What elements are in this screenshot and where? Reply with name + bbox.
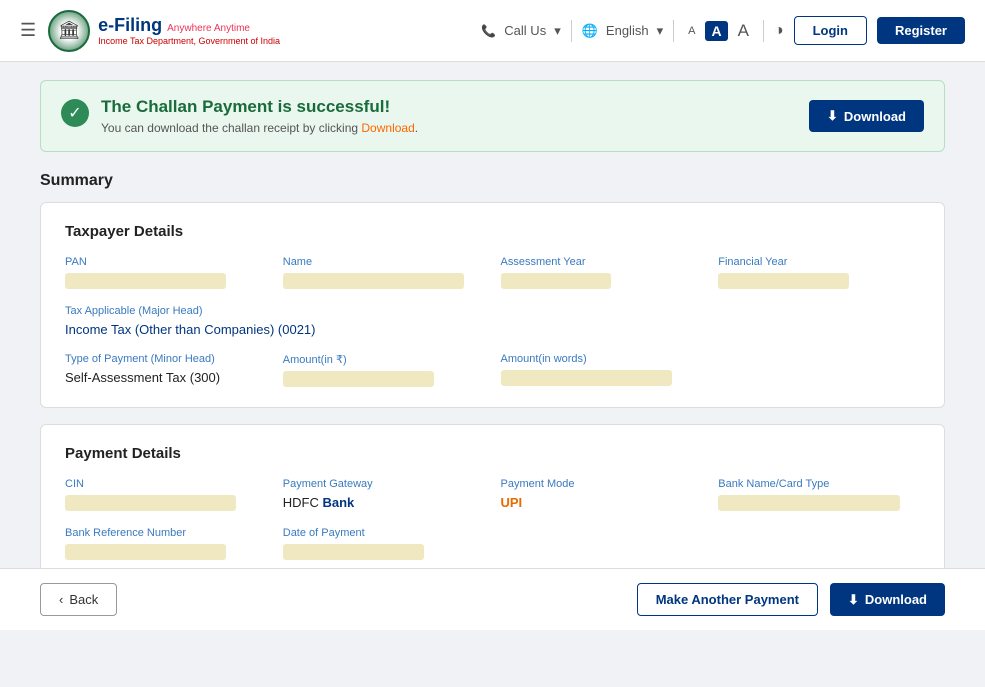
taxpayer-card: Taxpayer Details PAN Name Assessment Yea… [40, 202, 945, 408]
download-icon-banner: ⬇ [827, 108, 838, 124]
hdfc-bank-label: Bank [322, 495, 354, 510]
divider-3 [763, 20, 764, 42]
make-another-payment-button[interactable]: Make Another Payment [637, 583, 818, 616]
globe-icon [582, 23, 598, 39]
divider-2 [673, 20, 674, 42]
cin-label: CIN [65, 478, 267, 490]
assessment-year-label: Assessment Year [501, 256, 703, 268]
payment-type-value: Self-Assessment Tax (300) [65, 370, 267, 385]
phone-icon [481, 23, 496, 38]
financial-year-label: Financial Year [718, 256, 920, 268]
download-link-text: Download [361, 121, 414, 135]
payment-type-label: Type of Payment (Minor Head) [65, 353, 267, 365]
register-button[interactable]: Register [877, 17, 965, 44]
success-subtitle: You can download the challan receipt by … [101, 121, 418, 135]
financial-year-value [718, 273, 849, 289]
header: ☰ 🏛 e-Filing Anywhere Anytime Income Tax… [0, 0, 985, 62]
hamburger-icon[interactable]: ☰ [20, 20, 36, 41]
call-us-group[interactable]: Call Us ▾ [481, 23, 560, 39]
bank-ref-item: Bank Reference Number [65, 527, 267, 560]
summary-heading: Summary [40, 172, 945, 190]
amount-inr-item: Amount(in ₹) [283, 353, 485, 387]
gateway-item: Payment Gateway HDFC Bank [283, 478, 485, 511]
dept-name: Income Tax Department, Government of Ind… [98, 36, 280, 46]
success-left: ✓ The Challan Payment is successful! You… [61, 97, 418, 135]
call-us-label: Call Us [504, 23, 546, 38]
amount-inr-label: Amount(in ₹) [283, 353, 485, 366]
bank-ref-value [65, 544, 226, 560]
login-button[interactable]: Login [794, 16, 867, 45]
gateway-value: HDFC Bank [283, 495, 485, 510]
amount-inr-value [283, 371, 434, 387]
back-button[interactable]: ‹ Back [40, 583, 117, 616]
banner-download-button[interactable]: ⬇ Download [809, 100, 924, 132]
financial-year-item: Financial Year [718, 256, 920, 289]
tax-applicable-label: Tax Applicable (Major Head) [65, 305, 920, 317]
payment-mode-item: Payment Mode UPI [501, 478, 703, 511]
logo-area: 🏛 e-Filing Anywhere Anytime Income Tax D… [48, 10, 280, 52]
bank-name-value [718, 495, 900, 511]
date-label: Date of Payment [283, 527, 485, 539]
lang-chevron-icon: ▾ [657, 23, 664, 39]
pan-value [65, 273, 226, 289]
footer-bar: ‹ Back Make Another Payment ⬇ Download [0, 568, 985, 630]
pan-item: PAN [65, 256, 267, 289]
footer-right: Make Another Payment ⬇ Download [637, 583, 945, 616]
payment-type-item: Type of Payment (Minor Head) Self-Assess… [65, 353, 267, 387]
divider-1 [571, 20, 572, 42]
success-icon: ✓ [61, 99, 89, 127]
payment-mode-label: Payment Mode [501, 478, 703, 490]
font-large-btn[interactable]: A [734, 19, 753, 43]
amount-words-item: Amount(in words) [501, 353, 703, 387]
name-value [283, 273, 465, 289]
payment-row2: Bank Reference Number Date of Payment [65, 527, 920, 560]
payment-mode-value: UPI [501, 495, 703, 510]
amount-words-label: Amount(in words) [501, 353, 703, 365]
bank-name-label: Bank Name/Card Type [718, 478, 920, 490]
payment-card-title: Payment Details [65, 445, 920, 462]
back-chevron-icon: ‹ [59, 592, 63, 607]
name-item: Name [283, 256, 485, 289]
efiling-tagline: Anywhere Anytime [167, 23, 250, 34]
font-size-controls: A A A [684, 19, 753, 43]
amount-words-value [501, 370, 672, 386]
cin-item: CIN [65, 478, 267, 511]
pan-label: PAN [65, 256, 267, 268]
bank-ref-label: Bank Reference Number [65, 527, 267, 539]
cin-value [65, 495, 236, 511]
success-title: The Challan Payment is successful! [101, 97, 418, 117]
payment-card: Payment Details CIN Payment Gateway HDFC… [40, 424, 945, 581]
tax-applicable-row: Tax Applicable (Major Head) Income Tax (… [65, 305, 920, 337]
gateway-label: Payment Gateway [283, 478, 485, 490]
font-medium-btn[interactable]: A [705, 21, 727, 41]
date-item: Date of Payment [283, 527, 485, 560]
efiling-brand: e-Filing Anywhere Anytime [98, 15, 280, 36]
success-banner: ✓ The Challan Payment is successful! You… [40, 80, 945, 152]
tax-applicable-item: Tax Applicable (Major Head) Income Tax (… [65, 305, 920, 337]
main-content: ✓ The Challan Payment is successful! You… [0, 62, 985, 617]
language-label: English [606, 23, 649, 38]
header-left: ☰ 🏛 e-Filing Anywhere Anytime Income Tax… [20, 10, 280, 52]
success-text-area: The Challan Payment is successful! You c… [101, 97, 418, 135]
header-right: Call Us ▾ English ▾ A A A ◑ Login Regist… [481, 16, 965, 45]
bank-name-item: Bank Name/Card Type [718, 478, 920, 511]
amount-row: Type of Payment (Minor Head) Self-Assess… [65, 353, 920, 387]
taxpayer-row1: PAN Name Assessment Year Financial Year [65, 256, 920, 289]
call-chevron-icon: ▾ [554, 23, 561, 39]
logo-text: e-Filing Anywhere Anytime Income Tax Dep… [98, 15, 280, 46]
logo-emblem: 🏛 [48, 10, 90, 52]
taxpayer-card-title: Taxpayer Details [65, 223, 920, 240]
download-icon-footer: ⬇ [848, 592, 859, 608]
assessment-year-item: Assessment Year [501, 256, 703, 289]
name-label: Name [283, 256, 485, 268]
footer-download-button[interactable]: ⬇ Download [830, 583, 945, 616]
font-small-btn[interactable]: A [684, 23, 699, 39]
tax-applicable-value: Income Tax (Other than Companies) (0021) [65, 322, 920, 337]
payment-row1: CIN Payment Gateway HDFC Bank Payment Mo… [65, 478, 920, 511]
assessment-year-value [501, 273, 612, 289]
language-group[interactable]: English ▾ [582, 23, 663, 39]
contrast-btn[interactable]: ◑ [774, 22, 784, 40]
date-value [283, 544, 424, 560]
